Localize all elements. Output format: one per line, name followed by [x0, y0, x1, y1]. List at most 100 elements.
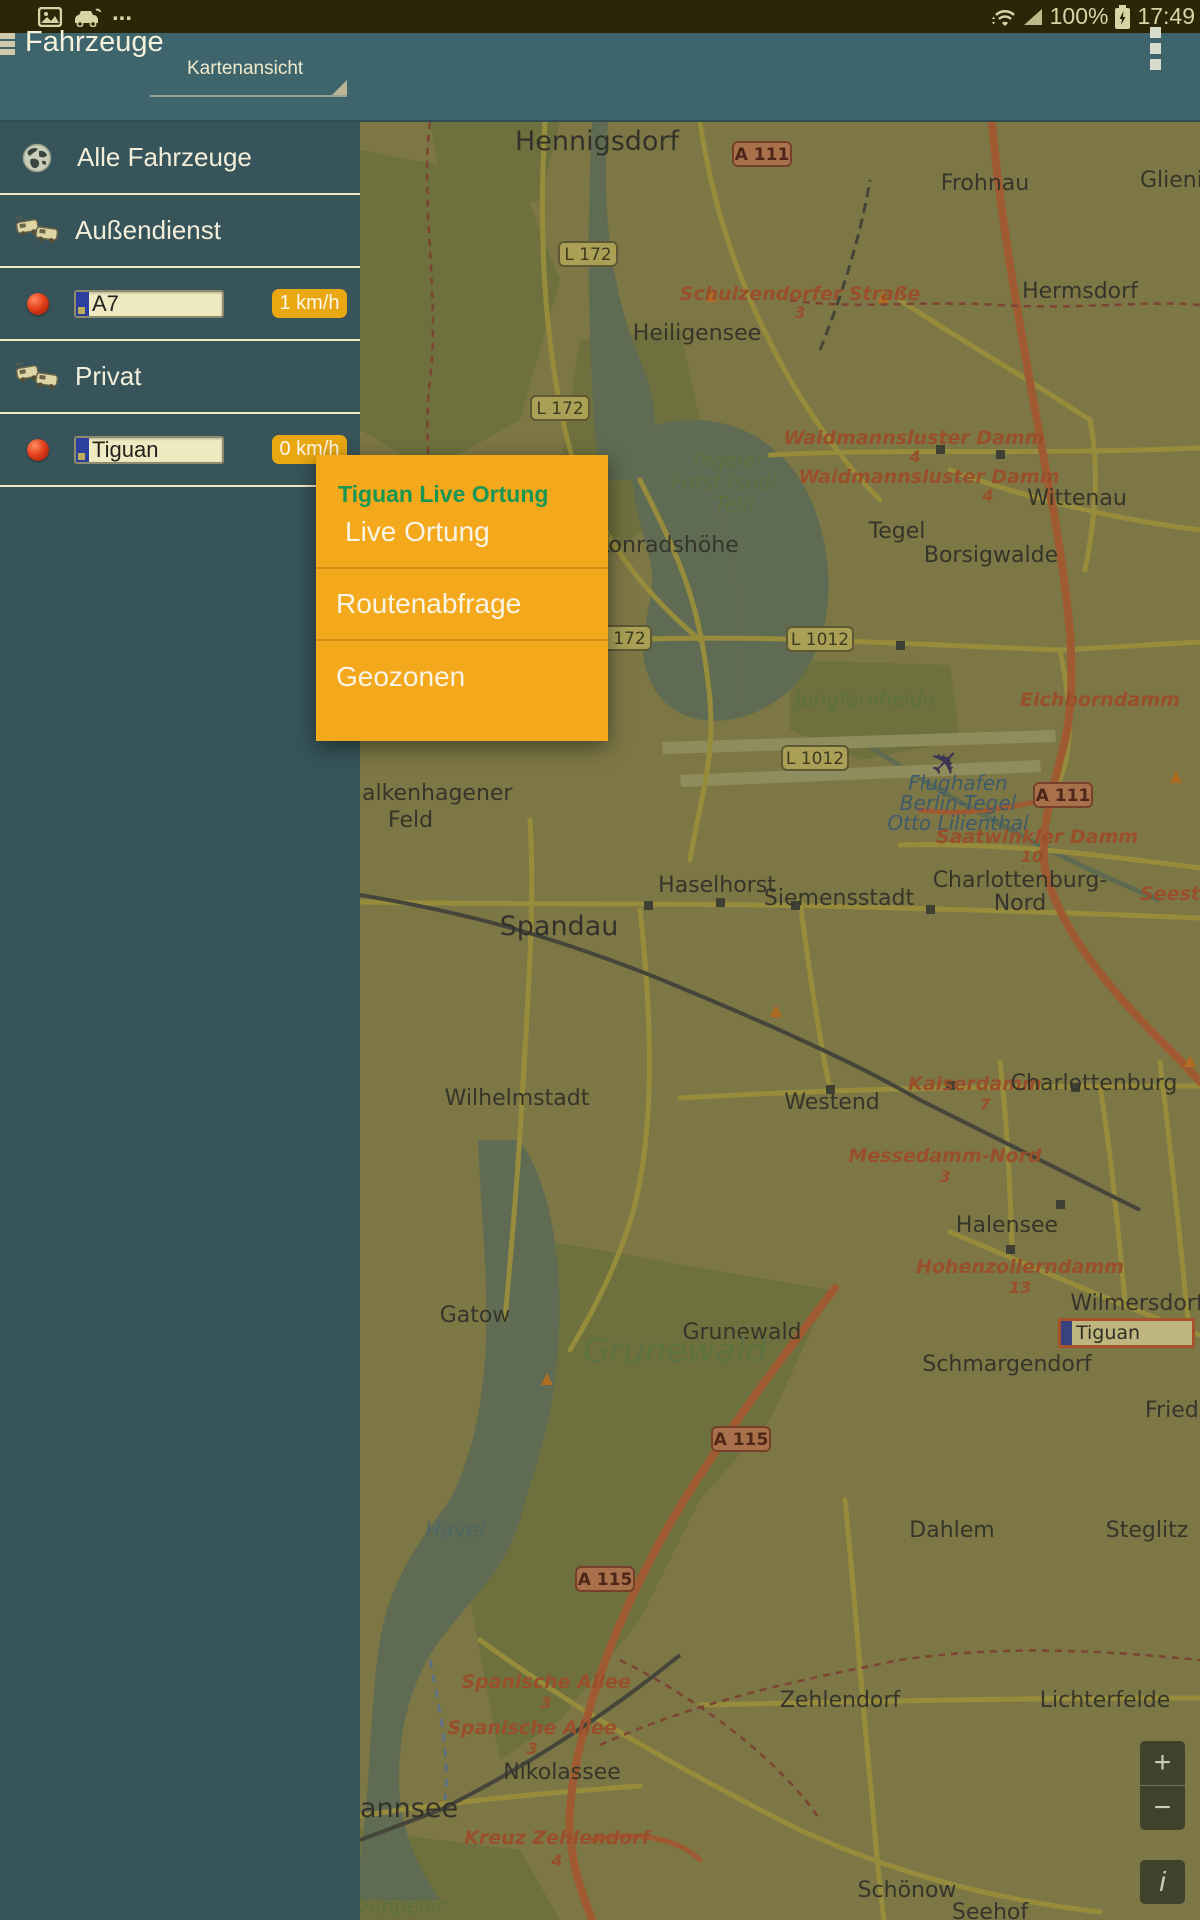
map-label: Siemensstadt	[764, 886, 915, 911]
vehicle-status-icon	[27, 439, 49, 461]
road-shield: L 172	[559, 242, 617, 266]
map-label: Seestraße	[1140, 883, 1200, 905]
map[interactable]: ✈ A 111L 172L 172L 172L 1012L 1012A 111A…	[360, 122, 1200, 1920]
app-screen: ✈ A 111L 172L 172L 172L 1012L 1012A 111A…	[0, 0, 1200, 1920]
vehicle-group-icon	[15, 361, 59, 393]
map-label: Saatwinkler Damm	[936, 826, 1138, 848]
map-info-button[interactable]: i	[1140, 1860, 1185, 1904]
hamburger-menu-icon[interactable]	[0, 33, 20, 61]
map-label: Waidmannsluster Damm	[783, 427, 1044, 449]
vehicle-group-icon	[15, 215, 59, 247]
map-label: 3	[794, 303, 805, 322]
map-label: Feld	[388, 808, 433, 833]
wifi-icon	[990, 6, 1016, 28]
road-shield: A 111	[733, 142, 791, 166]
plate-text: A7	[89, 292, 222, 316]
map-label: Hermsdorf	[1022, 279, 1139, 304]
map-label: alkenhagener	[362, 781, 513, 806]
plate-euro-strip	[76, 292, 89, 316]
map-label: Westend	[784, 1090, 880, 1115]
map-vehicle-marker[interactable]: Tiguan	[1058, 1318, 1195, 1348]
map-label: Frieden	[1145, 1398, 1200, 1423]
divider	[0, 485, 360, 487]
map-label: Havel	[425, 1518, 485, 1542]
map-label: Düppeler	[360, 1894, 447, 1918]
map-label: Tegel	[868, 519, 926, 544]
battery-percent: 100%	[1050, 3, 1109, 30]
map-label: Hohenzollerndamm	[916, 1256, 1124, 1278]
plate-text: Tiguan	[89, 438, 222, 462]
map-label: Seehof	[952, 1900, 1029, 1920]
status-bar: ... 100% 17:49	[0, 0, 1200, 33]
map-label: Glienicke	[1140, 168, 1200, 193]
gallery-icon	[38, 7, 62, 27]
map-label: Forst (südl.	[671, 470, 783, 494]
map-label: 3	[526, 1739, 537, 1758]
sidebar-item-tiguan[interactable]: Tiguan 0 km/h	[0, 414, 360, 485]
map-label: Messedamm-Nord	[848, 1145, 1042, 1167]
sidebar-item-alle-fahrzeuge[interactable]: Alle Fahrzeuge	[0, 122, 360, 193]
license-plate-tiguan[interactable]: Tiguan	[74, 436, 224, 464]
map-label: Jungfernheide	[791, 687, 935, 711]
map-label: Schmargendorf	[922, 1352, 1092, 1377]
context-menu-title: Tiguan Live Ortung	[316, 455, 608, 497]
map-label: Tegeler	[690, 448, 765, 472]
menu-item-routenabfrage[interactable]: Routenabfrage	[316, 569, 608, 641]
vehicle-list-sidebar: Alle Fahrzeuge Außendienst	[0, 122, 360, 1920]
map-label: 13	[1009, 1278, 1031, 1297]
battery-charging-icon	[1114, 4, 1131, 30]
map-label: Wittenau	[1027, 486, 1127, 511]
map-label: 10	[1021, 847, 1043, 866]
map-label: Teil)	[715, 492, 756, 516]
vehicle-context-menu: Tiguan Live Ortung Live Ortung Routenabf…	[316, 455, 608, 741]
speed-badge: 1 km/h	[272, 289, 347, 318]
overflow-menu-icon[interactable]	[1150, 27, 1162, 75]
sidebar-item-a7[interactable]: A7 1 km/h	[0, 268, 360, 339]
map-label: 7	[979, 1095, 991, 1114]
map-label: 4	[981, 486, 993, 505]
map-label: Steglitz	[1106, 1518, 1189, 1543]
zoom-controls: + −	[1140, 1741, 1185, 1830]
map-label: Charlottenburg	[1011, 1071, 1178, 1096]
map-label: Charlottenburg-	[933, 868, 1108, 893]
zoom-in-button[interactable]: +	[1140, 1741, 1185, 1786]
road-shield: L 1012	[782, 746, 848, 770]
map-label: Kreuz Zehlendorf	[464, 1827, 652, 1849]
map-label: Frohnau	[941, 171, 1029, 196]
license-plate-a7[interactable]: A7	[74, 290, 224, 318]
svg-text:L 1012: L 1012	[786, 749, 844, 769]
road-shield: A 115	[576, 1567, 634, 1591]
map-label: 3	[540, 1693, 551, 1712]
map-label: Borsigwalde	[924, 543, 1058, 568]
map-label: Spandau	[500, 911, 619, 942]
menu-item-geozonen[interactable]: Geozonen	[316, 641, 608, 713]
map-label: annsee	[360, 1793, 458, 1824]
map-label: Zehlendorf	[780, 1688, 902, 1713]
map-label: Schulzendorfer Straße	[680, 283, 921, 305]
map-label: Nikolassee	[503, 1760, 621, 1785]
map-label: Haselhorst	[658, 873, 776, 898]
map-label: Heiligensee	[633, 321, 761, 346]
vehicle-status-icon	[27, 293, 49, 315]
map-label: 4	[908, 447, 920, 466]
svg-text:A 111: A 111	[735, 145, 790, 165]
map-label: Grunewald	[583, 1331, 767, 1371]
map-vehicle-marker-label: Tiguan	[1072, 1321, 1192, 1345]
view-mode-spinner[interactable]: Kartenansicht	[150, 45, 347, 97]
map-label: Dahlem	[909, 1518, 994, 1543]
signal-icon	[1022, 7, 1044, 27]
map-label: Nord	[994, 891, 1047, 916]
map-label: Eichborndamm	[1020, 689, 1180, 711]
zoom-out-button[interactable]: −	[1140, 1786, 1185, 1830]
road-shield: A 111	[1034, 783, 1092, 807]
spinner-corner-icon	[332, 80, 347, 95]
svg-text:L 172: L 172	[536, 399, 583, 419]
svg-text:L 1012: L 1012	[791, 630, 849, 650]
svg-text:A 115: A 115	[578, 1570, 633, 1590]
sidebar-item-aussendienst[interactable]: Außendienst	[0, 195, 360, 266]
svg-text:A 115: A 115	[714, 1430, 769, 1450]
road-shield: A 115	[712, 1427, 770, 1451]
road-shield: L 172	[531, 396, 589, 420]
sidebar-item-privat[interactable]: Privat	[0, 341, 360, 412]
globe-icon	[22, 143, 52, 173]
